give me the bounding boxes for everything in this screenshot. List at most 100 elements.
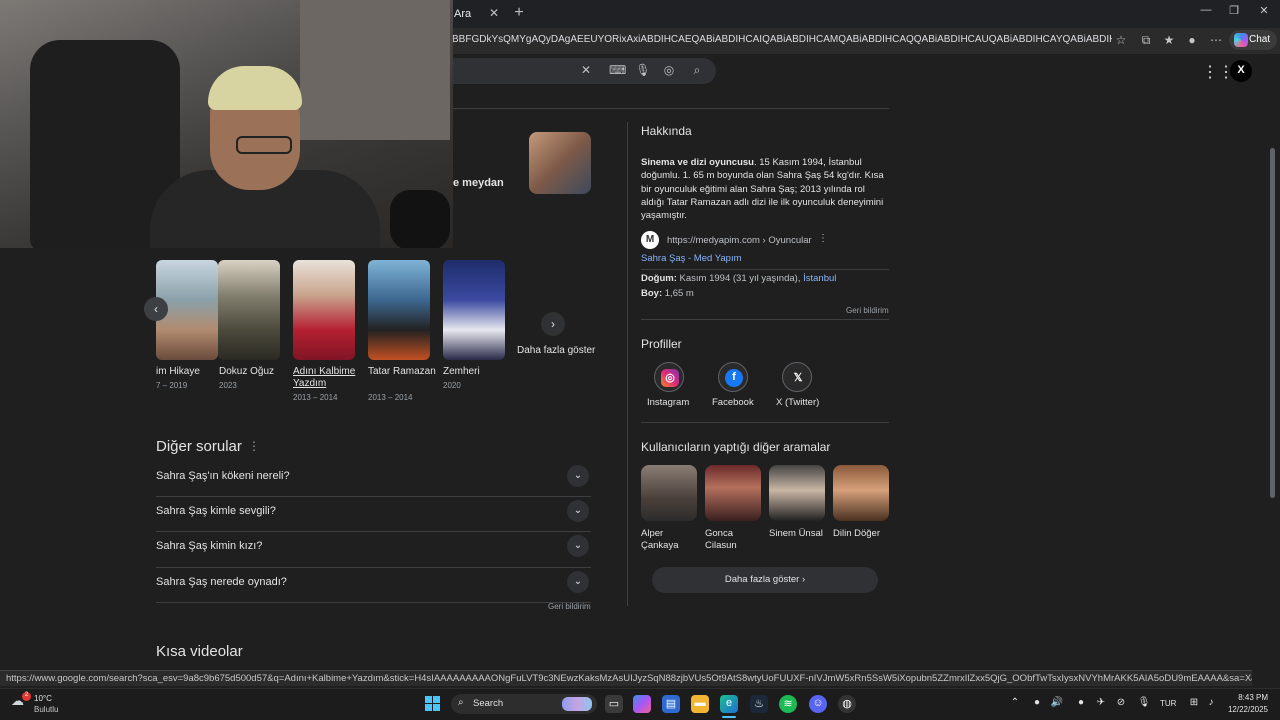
discord-icon[interactable]: ☺ [809, 695, 827, 713]
related-person-name[interactable]: Dilin Döğer [833, 528, 893, 540]
weather-temp[interactable]: 10°C [34, 694, 52, 703]
account-avatar[interactable]: X [1230, 60, 1252, 82]
restore-button[interactable]: ❐ [1224, 4, 1244, 22]
status-bar-url: https://www.google.com/search?sca_esv=9a… [0, 670, 1252, 686]
favorites-icon[interactable]: ★ [1161, 33, 1177, 49]
facebook-label[interactable]: Facebook [712, 397, 754, 408]
url-field[interactable]: BBFGDkYsQMYgAQyDAgAEEUYORixAxiABDIHCAEQA… [452, 34, 1112, 48]
logo-square [425, 704, 432, 711]
show-title[interactable]: Tatar Ramazan [368, 366, 438, 378]
facebook-icon: f [725, 369, 743, 387]
show-poster[interactable] [218, 260, 280, 360]
question-row[interactable]: Sahra Şaş nerede oynadı? ⌄ [156, 567, 591, 602]
result-thumbnail[interactable] [529, 132, 591, 194]
show-poster[interactable] [293, 260, 355, 360]
show-poster[interactable] [443, 260, 505, 360]
microphone-icon[interactable]: 🎙 [635, 63, 651, 79]
show-title[interactable]: Dokuz Oğuz [219, 366, 289, 378]
tab-title: Ara [454, 8, 472, 20]
tray-app-icon[interactable]: ✈ [1094, 697, 1108, 711]
tray-app-icon[interactable]: ● [1030, 697, 1044, 711]
related-person-name[interactable]: Sinem Ünsal [769, 528, 829, 540]
scrollbar-thumb[interactable] [1270, 148, 1275, 498]
divider [641, 319, 889, 320]
x-profile[interactable]: 𝕏 [782, 362, 812, 392]
more-menu-icon[interactable]: ⋯ [1208, 33, 1224, 49]
carousel-next-button[interactable]: › [541, 312, 565, 336]
clear-icon[interactable]: ✕ [578, 63, 594, 79]
feedback-link[interactable]: Geri bildirim [846, 306, 889, 315]
birth-info: Doğum: Kasım 1994 (31 yıl yaşında), İsta… [641, 273, 836, 284]
related-searches-title: Kullanıcıların yaptığı diğer aramalar [641, 440, 831, 454]
show-year: 2023 [219, 381, 237, 390]
instagram-profile[interactable]: ◎ [654, 362, 684, 392]
chevron-down-icon[interactable]: ⌄ [567, 500, 589, 522]
source-link[interactable]: Sahra Şaş - Med Yapım [641, 253, 742, 264]
profile-icon[interactable]: ● [1184, 33, 1200, 49]
steam-icon[interactable]: ♨ [750, 695, 768, 713]
copilot-app-icon[interactable] [633, 695, 651, 713]
tab-close-icon[interactable]: ✕ [486, 6, 502, 22]
instagram-label[interactable]: Instagram [647, 397, 689, 408]
tray-app-icon[interactable]: ● [1074, 697, 1088, 711]
question-row[interactable]: Sahra Şaş'ın kökeni nereli? ⌄ [156, 461, 591, 496]
source-url: https://medyapim.com › Oyuncular [667, 235, 812, 246]
weather-desc[interactable]: Bulutlu [34, 705, 58, 714]
copilot-icon [1234, 33, 1248, 47]
facebook-profile[interactable]: f [718, 362, 748, 392]
related-person-image[interactable] [833, 465, 889, 521]
height-info: Boy: 1,65 m [641, 288, 694, 299]
lens-icon[interactable]: ◎ [661, 63, 677, 79]
question-text: Sahra Şaş'ın kökeni nereli? [156, 470, 290, 482]
close-window-button[interactable]: ✕ [1254, 4, 1274, 22]
carousel-prev-button[interactable]: ‹ [144, 297, 168, 321]
chevron-down-icon[interactable]: ⌄ [567, 571, 589, 593]
minimize-button[interactable]: — [1196, 4, 1216, 22]
clock-time[interactable]: 8:43 PM [1228, 693, 1268, 702]
chevron-up-icon[interactable]: ⌃ [1008, 697, 1022, 711]
chevron-down-icon[interactable]: ⌄ [567, 535, 589, 557]
search-icon[interactable]: ⌕ [689, 63, 705, 79]
related-person-image[interactable] [641, 465, 697, 521]
task-view-icon[interactable]: ▭ [605, 695, 623, 713]
related-person-image[interactable] [769, 465, 825, 521]
apps-grid-icon[interactable]: ⋮⋮ [1202, 62, 1234, 81]
store-icon[interactable]: ▤ [662, 695, 680, 713]
show-title[interactable]: Adını Kalbime Yazdım [293, 366, 363, 390]
favorite-star-icon[interactable]: ☆ [1113, 33, 1129, 49]
volume-icon[interactable]: 🔊 [1050, 697, 1064, 711]
logo-square [433, 696, 440, 703]
show-poster[interactable] [368, 260, 430, 360]
network-icon[interactable]: ⊞ [1187, 697, 1201, 711]
new-tab-button[interactable]: + [510, 4, 528, 22]
related-person-image[interactable] [705, 465, 761, 521]
file-explorer-icon[interactable]: ▬ [691, 695, 709, 713]
related-person-name[interactable]: Gonca Cilasun [705, 528, 765, 552]
x-label[interactable]: X (Twitter) [776, 397, 819, 408]
question-row[interactable]: Sahra Şaş kimle sevgili? ⌄ [156, 496, 591, 531]
chevron-down-icon[interactable]: ⌄ [567, 465, 589, 487]
show-year: 2013 – 2014 [368, 393, 413, 402]
tray-app-icon[interactable]: ⊘ [1114, 697, 1128, 711]
show-title[interactable]: im Hikaye [156, 366, 226, 378]
birth-value: Kasım 1994 (31 yıl yaşında), [679, 273, 801, 284]
edge-icon[interactable]: e [720, 695, 738, 713]
source-more-icon[interactable]: ⋮ [818, 233, 828, 244]
birth-place-link[interactable]: İstanbul [803, 273, 836, 284]
language-indicator[interactable]: TUR [1160, 699, 1176, 708]
show-title[interactable]: Zemheri [443, 366, 513, 378]
extensions-icon[interactable]: ⧉ [1138, 33, 1154, 49]
question-row[interactable]: Sahra Şaş kimin kızı? ⌄ [156, 531, 591, 566]
more-related-button[interactable]: Daha fazla göster › [652, 567, 878, 593]
clock-date[interactable]: 12/22/2025 [1216, 705, 1268, 714]
keyboard-icon[interactable]: ⌨ [609, 63, 626, 79]
more-shows-link[interactable]: Daha fazla göster [517, 345, 595, 356]
questions-menu-icon[interactable]: ⋮ [248, 439, 260, 453]
microphone-icon[interactable]: 🎙 [1137, 697, 1151, 711]
column-divider [627, 122, 628, 606]
feedback-link[interactable]: Geri bildirim [548, 602, 591, 611]
related-person-name[interactable]: Alper Çankaya [641, 528, 701, 552]
windows-start-icon[interactable] [425, 696, 441, 712]
app-icon[interactable]: ◍ [838, 695, 856, 713]
spotify-icon[interactable]: ≋ [779, 695, 797, 713]
